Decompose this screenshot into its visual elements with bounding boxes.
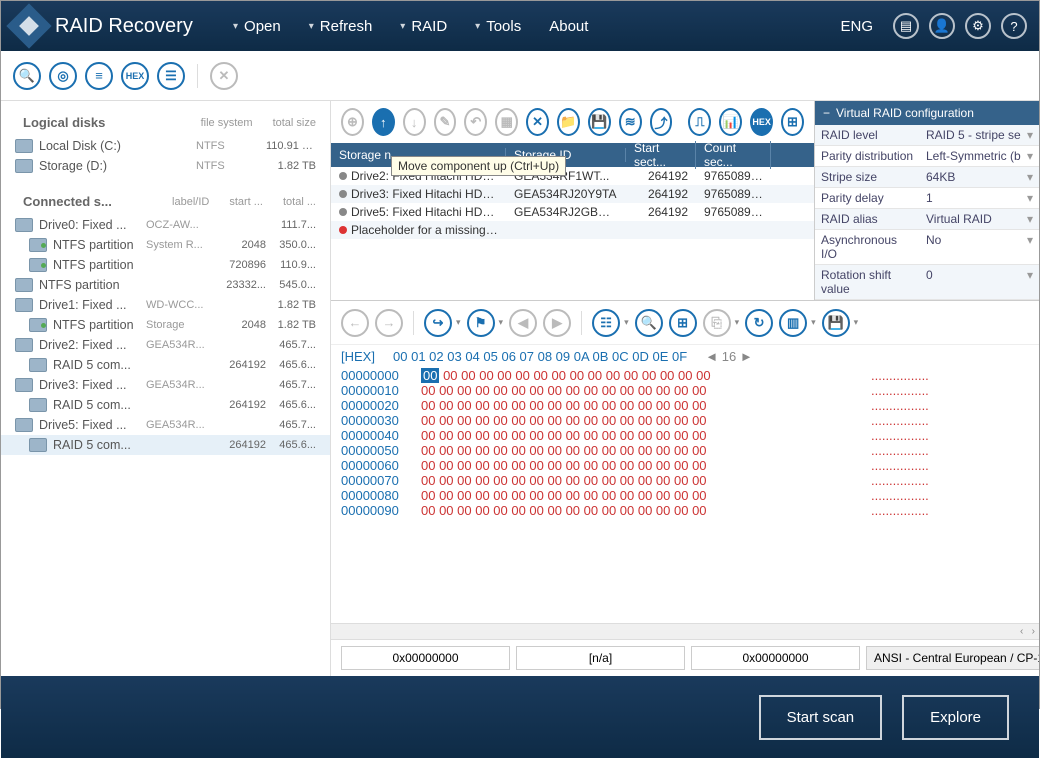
move-down-button[interactable]: ↓: [403, 108, 426, 136]
app-title: RAID Recovery: [55, 15, 193, 38]
raid-config-row[interactable]: Stripe size64KB ▾: [815, 167, 1039, 188]
view-mode-icon[interactable]: ▤: [893, 13, 919, 39]
menu-about[interactable]: About: [549, 18, 588, 35]
account-icon[interactable]: 👤: [929, 13, 955, 39]
raid-config-row[interactable]: RAID aliasVirtual RAID ▾: [815, 209, 1039, 230]
stack-icon[interactable]: ≋: [619, 108, 642, 136]
close-icon[interactable]: ✕: [210, 62, 238, 90]
menu-raid[interactable]: ▾RAID: [400, 18, 447, 35]
raid-component-row[interactable]: Drive5: Fixed Hitachi HDP7250...GEA534RJ…: [331, 203, 814, 221]
hex-row[interactable]: 0000000000 00 00 00 00 00 00 00 00 00 00…: [341, 368, 1029, 383]
titlebar: RAID Recovery ▾Open ▾Refresh ▾RAID ▾Tools Ab…: [1, 1, 1039, 51]
tag-fwd-icon[interactable]: ▶: [543, 309, 571, 337]
connected-storage-row[interactable]: NTFS partitionSystem R...2048350.0...: [1, 235, 330, 255]
connected-storage-row[interactable]: Drive5: Fixed ...GEA534R...465.7...: [1, 415, 330, 435]
export-icon[interactable]: ⤴: [650, 108, 673, 136]
connected-storage-row[interactable]: Drive1: Fixed ...WD-WCC...1.82 TB: [1, 295, 330, 315]
help-icon[interactable]: ?: [1001, 13, 1027, 39]
raid-config-row[interactable]: Asynchronous I/ONo ▾: [815, 230, 1039, 265]
pulse-icon[interactable]: ⎍: [688, 108, 711, 136]
logical-disk-row[interactable]: Local Disk (C:)NTFS110.91 GB: [1, 136, 330, 156]
nav-back-icon[interactable]: ←: [341, 309, 369, 337]
hex-row[interactable]: 0000005000 00 00 00 00 00 00 00 00 00 00…: [341, 443, 1029, 458]
section-header: Connected s...label/IDstart ...total ...: [1, 188, 330, 215]
raid-config-row[interactable]: Rotation shift value0 ▾: [815, 265, 1039, 300]
tooltip: Move component up (Ctrl+Up): [391, 156, 566, 176]
search-icon[interactable]: 🔍: [635, 309, 663, 337]
hex-mid-input[interactable]: [516, 646, 685, 670]
raid-config-row[interactable]: Parity delay1 ▾: [815, 188, 1039, 209]
connected-storage-row[interactable]: RAID 5 com...264192465.6...: [1, 395, 330, 415]
nav-fwd-icon[interactable]: →: [375, 309, 403, 337]
connected-storage-row[interactable]: NTFS partition23332...545.0...: [1, 275, 330, 295]
language-selector[interactable]: ENG: [840, 18, 873, 35]
options-icon[interactable]: ☷: [592, 309, 620, 337]
raid-component-row[interactable]: Drive3: Fixed Hitachi HDP7250...GEA534RJ…: [331, 185, 814, 203]
hex-encoding-select[interactable]: ANSI - Central European / CP-1250: [866, 646, 1039, 670]
connected-storage-row[interactable]: NTFS partitionStorage20481.82 TB: [1, 315, 330, 335]
raid-component-row[interactable]: Placeholder for a missing drive: [331, 221, 814, 239]
scrollbar[interactable]: ‹ ›: [331, 623, 1039, 639]
hex-row[interactable]: 0000003000 00 00 00 00 00 00 00 00 00 00…: [341, 413, 1029, 428]
edit-icon[interactable]: ✎: [434, 108, 457, 136]
connected-storage-row[interactable]: RAID 5 com...264192465.6...: [1, 435, 330, 455]
explore-button[interactable]: Explore: [902, 695, 1009, 740]
list-icon[interactable]: ☰: [157, 62, 185, 90]
tag-back-icon[interactable]: ◀: [509, 309, 537, 337]
raid-config-header: −Virtual RAID configuration: [815, 101, 1039, 125]
main-toolbar: 🔍 ◎ ≡ HEX ☰ ✕: [1, 51, 1039, 101]
hex-row[interactable]: 0000007000 00 00 00 00 00 00 00 00 00 00…: [341, 473, 1029, 488]
grid-icon[interactable]: ▦: [495, 108, 518, 136]
connected-storage-row[interactable]: Drive3: Fixed ...GEA534R...465.7...: [1, 375, 330, 395]
hex-toolbar: ← → ↪▾ ⚑▾ ◀ ▶ ☷▾ 🔍 ⊞ ⎘▾ ↻ ▥▾ 💾▾: [331, 301, 1039, 345]
hex-mode-icon[interactable]: HEX: [121, 62, 149, 90]
logical-disk-row[interactable]: Storage (D:)NTFS1.82 TB: [1, 156, 330, 176]
sidebar: Logical disksfile systemtotal sizeLocal …: [1, 101, 331, 676]
target-icon[interactable]: ◎: [49, 62, 77, 90]
undo-icon[interactable]: ↶: [464, 108, 487, 136]
hex-row[interactable]: 0000009000 00 00 00 00 00 00 00 00 00 00…: [341, 503, 1029, 518]
connected-storage-row[interactable]: NTFS partition720896110.9...: [1, 255, 330, 275]
chart-icon[interactable]: 📊: [719, 108, 742, 136]
save-icon[interactable]: 💾: [588, 108, 611, 136]
connected-storage-row[interactable]: Drive0: Fixed ...OCZ-AW...111.7...: [1, 215, 330, 235]
zoom-icon[interactable]: 🔍: [13, 62, 41, 90]
app-logo: [6, 3, 51, 48]
hex-row[interactable]: 0000008000 00 00 00 00 00 00 00 00 00 00…: [341, 488, 1029, 503]
copy-icon[interactable]: ⎘: [703, 309, 731, 337]
columns-icon[interactable]: ▥: [779, 309, 807, 337]
section-header: Logical disksfile systemtotal size: [1, 109, 330, 136]
main-menu: ▾Open ▾Refresh ▾RAID ▾Tools About: [233, 18, 588, 35]
connected-storage-row[interactable]: Drive2: Fixed ...GEA534R...465.7...: [1, 335, 330, 355]
goto-icon[interactable]: ↪: [424, 309, 452, 337]
hex-row[interactable]: 0000001000 00 00 00 00 00 00 00 00 00 00…: [341, 383, 1029, 398]
menu-refresh[interactable]: ▾Refresh: [309, 18, 373, 35]
hex-row[interactable]: 0000006000 00 00 00 00 00 00 00 00 00 00…: [341, 458, 1029, 473]
window-icon[interactable]: ⊞: [781, 108, 804, 136]
settings-icon[interactable]: ⚙: [965, 13, 991, 39]
layers-icon[interactable]: ≡: [85, 62, 113, 90]
radar-icon[interactable]: ⊕: [341, 108, 364, 136]
raid-config-row[interactable]: RAID levelRAID 5 - stripe se ▾: [815, 125, 1039, 146]
disk-save-icon[interactable]: 💾: [822, 309, 850, 337]
menu-tools[interactable]: ▾Tools: [475, 18, 521, 35]
open-folder-icon[interactable]: 📁: [557, 108, 580, 136]
raid-toolbar: ⊕ ↑ ↓ ✎ ↶ ▦ ✕ 📁 💾 ≋ ⤴ ⎍ 📊 HEX ⊞: [331, 101, 814, 143]
hex-offset1-input[interactable]: [341, 646, 510, 670]
hex-offset2-input[interactable]: [691, 646, 860, 670]
move-up-button[interactable]: ↑: [372, 108, 395, 136]
start-scan-button[interactable]: Start scan: [759, 695, 883, 740]
menu-open[interactable]: ▾Open: [233, 18, 281, 35]
bookmark-icon[interactable]: ⚑: [467, 309, 495, 337]
panel-icon[interactable]: ⊞: [669, 309, 697, 337]
connected-storage-row[interactable]: RAID 5 com...264192465.6...: [1, 355, 330, 375]
refresh-icon[interactable]: ↻: [745, 309, 773, 337]
remove-icon[interactable]: ✕: [526, 108, 549, 136]
hex-row[interactable]: 0000002000 00 00 00 00 00 00 00 00 00 00…: [341, 398, 1029, 413]
footer: Start scan Explore: [1, 676, 1039, 758]
hex-row[interactable]: 0000004000 00 00 00 00 00 00 00 00 00 00…: [341, 428, 1029, 443]
hex-toggle-icon[interactable]: HEX: [750, 108, 773, 136]
raid-config-row[interactable]: Parity distributionLeft-Symmetric (b ▾: [815, 146, 1039, 167]
